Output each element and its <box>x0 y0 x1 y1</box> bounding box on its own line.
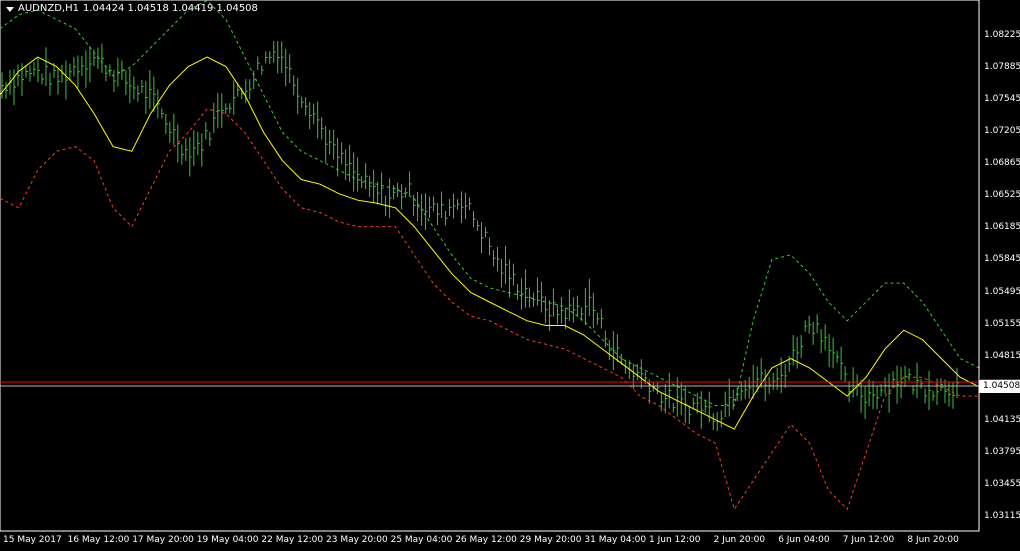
plot-frame <box>0 0 980 532</box>
current-price-label: 1.04508 <box>979 379 1020 393</box>
price-tick-label: 1.05155 <box>984 319 1020 330</box>
price-tick-label: 1.06185 <box>984 222 1020 233</box>
price-tick-label: 1.04135 <box>984 415 1020 426</box>
time-tick-label: 23 May 20:00 <box>326 535 388 545</box>
price-chart[interactable] <box>0 0 1020 551</box>
price-tick-label: 1.04815 <box>984 351 1020 362</box>
time-tick-label: 7 Jun 12:00 <box>842 535 895 545</box>
price-tick-label: 1.07545 <box>984 93 1020 104</box>
time-tick-label: 8 Jun 20:00 <box>907 535 959 545</box>
time-tick-label: 2 Jun 20:00 <box>713 535 766 545</box>
time-tick-label: 1 Jun 12:00 <box>649 535 701 545</box>
price-tick-label: 1.08225 <box>984 29 1020 40</box>
chart-title: AUDNZD,H1 1.04424 1.04518 1.04419 1.0450… <box>6 3 258 14</box>
lower-band-line <box>0 108 979 511</box>
price-tick-label: 1.07885 <box>984 61 1020 72</box>
time-tick-label: 17 May 20:00 <box>132 535 194 545</box>
price-tick-label: 1.03455 <box>984 479 1020 490</box>
symbol-label: AUDNZD,H1 <box>18 3 79 14</box>
price-tick-label: 1.05495 <box>984 287 1020 298</box>
price-tick-label: 1.07205 <box>984 125 1020 136</box>
price-tick-label: 1.03795 <box>984 447 1020 458</box>
ohlc-values: 1.04424 1.04518 1.04419 1.04508 <box>82 3 258 14</box>
time-tick-label: 22 May 12:00 <box>261 535 324 545</box>
price-tick-label: 1.06525 <box>984 190 1020 200</box>
menu-triangle-icon[interactable] <box>6 6 14 12</box>
upper-band-line <box>0 0 980 407</box>
price-tick-label: 1.03115 <box>984 511 1020 522</box>
chart-window[interactable]: AUDNZD,H1 1.04424 1.04518 1.04419 1.0450… <box>0 0 1020 551</box>
time-tick-label: 31 May 04:00 <box>584 535 647 545</box>
time-tick-label: 15 May 2017 <box>3 535 62 545</box>
time-tick-label: 26 May 12:00 <box>455 535 517 545</box>
time-tick-label: 16 May 12:00 <box>67 535 130 545</box>
time-tick-label: 19 May 04:00 <box>196 535 259 545</box>
price-tick-label: 1.05845 <box>984 254 1020 265</box>
price-tick-label: 1.06865 <box>984 157 1020 168</box>
time-tick-label: 25 May 04:00 <box>390 535 453 545</box>
time-tick-label: 29 May 20:00 <box>519 535 582 545</box>
time-tick-label: 6 Jun 04:00 <box>778 535 830 545</box>
